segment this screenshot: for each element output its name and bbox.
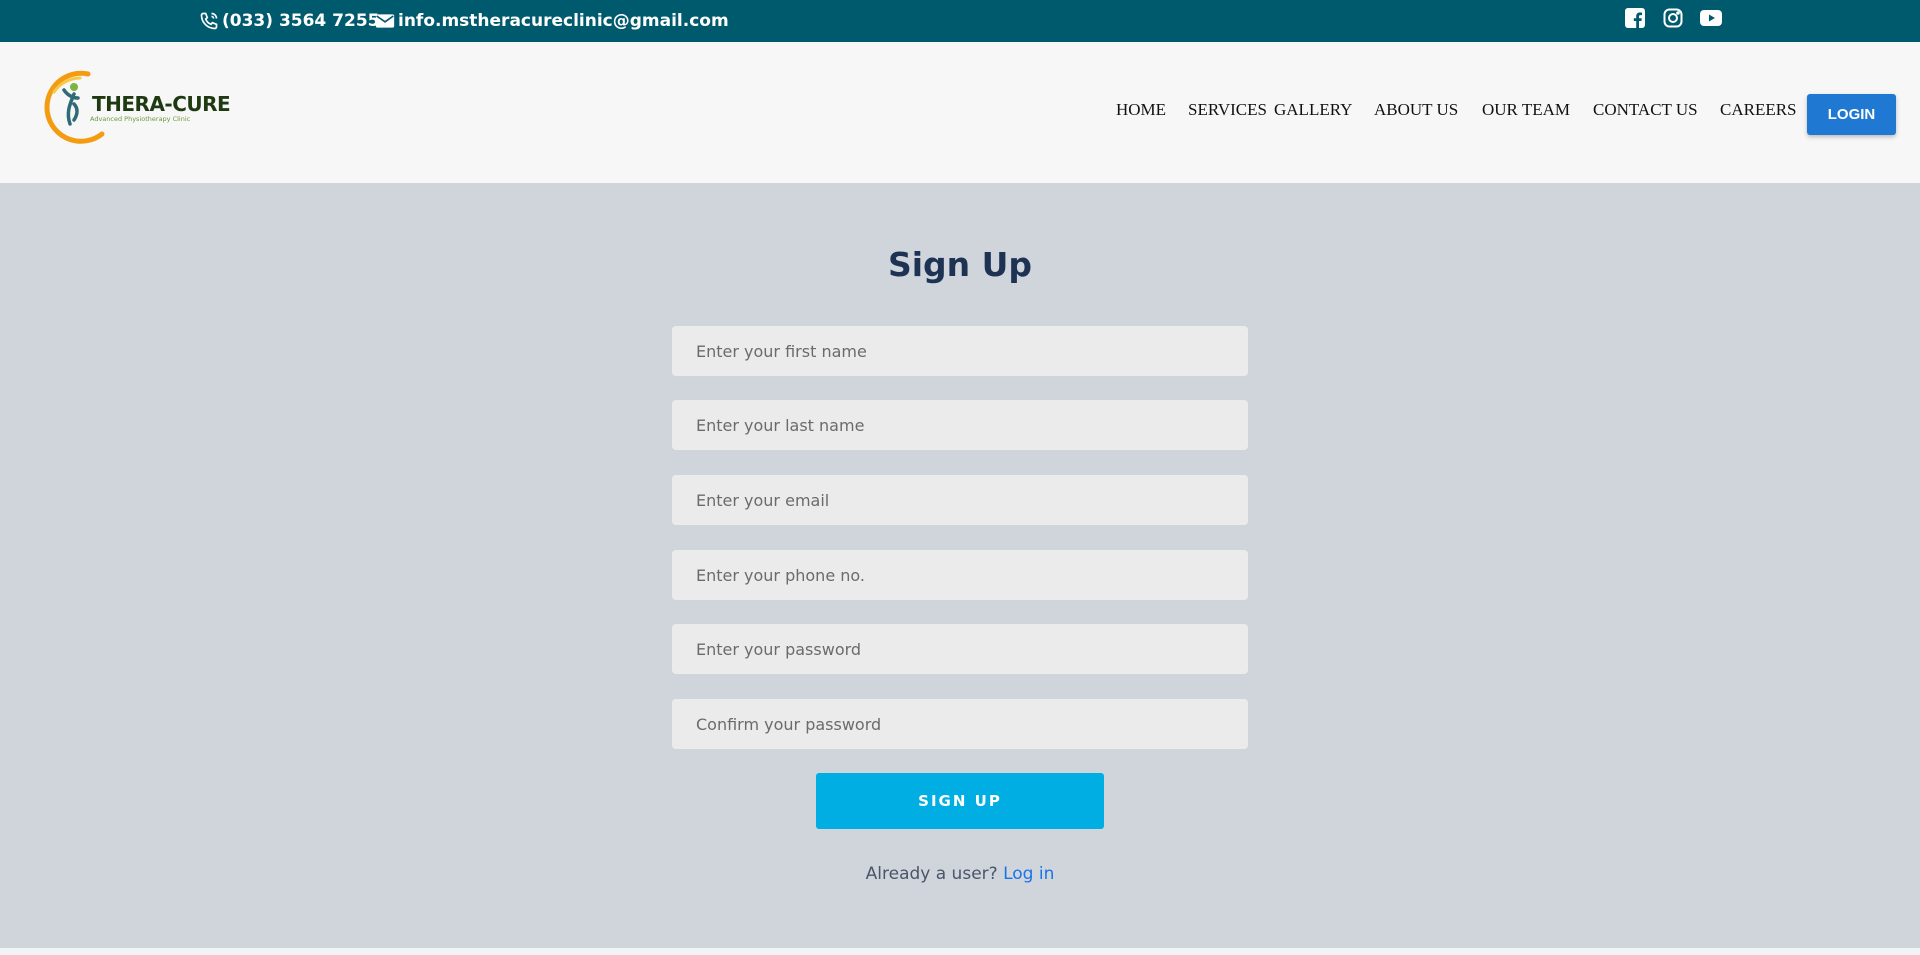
youtube-icon[interactable]	[1700, 7, 1722, 29]
nav-services[interactable]: SERVICES	[1188, 100, 1267, 120]
nav-about-us[interactable]: ABOUT US	[1374, 100, 1458, 120]
sign-up-button[interactable]: SIGN UP	[816, 773, 1104, 829]
signup-section: Sign Up SIGN UP Already a user? Log in	[0, 183, 1920, 948]
already-user-text: Already a user?	[865, 864, 998, 884]
email-input[interactable]	[672, 475, 1248, 525]
logo-subtitle: Advanced Physiotherapy Clinic	[90, 115, 191, 123]
nav-careers[interactable]: CAREERS	[1720, 100, 1797, 120]
mail-icon	[374, 10, 396, 32]
facebook-icon[interactable]	[1624, 7, 1646, 29]
nav-home[interactable]: HOME	[1116, 100, 1166, 120]
instagram-icon[interactable]	[1662, 7, 1684, 29]
top-contact-bar: (033) 3564 7255 info.mstheracureclinic@g…	[0, 0, 1920, 42]
nav-contact-us[interactable]: CONTACT US	[1593, 100, 1698, 120]
email-contact[interactable]: info.mstheracureclinic@gmail.com	[374, 0, 729, 42]
phone-icon	[198, 10, 220, 32]
logo[interactable]: THERA-CURE Advanced Physiotherapy Clinic	[40, 70, 231, 150]
first-name-input[interactable]	[672, 326, 1248, 376]
phone-number: (033) 3564 7255	[222, 11, 380, 31]
nav-our-team[interactable]: OUR TEAM	[1482, 100, 1570, 120]
logo-title: THERA-CURE	[92, 92, 231, 116]
phone-input[interactable]	[672, 550, 1248, 600]
email-address: info.mstheracureclinic@gmail.com	[398, 11, 729, 31]
phone-contact[interactable]: (033) 3564 7255	[198, 0, 380, 42]
nav-gallery[interactable]: GALLERY	[1274, 100, 1352, 120]
page-title: Sign Up	[887, 245, 1033, 284]
footer-strip	[0, 948, 1920, 955]
password-input[interactable]	[672, 624, 1248, 674]
confirm-password-input[interactable]	[672, 699, 1248, 749]
login-link[interactable]: Log in	[1003, 864, 1054, 884]
site-header: THERA-CURE Advanced Physiotherapy Clinic…	[0, 42, 1920, 183]
last-name-input[interactable]	[672, 400, 1248, 450]
login-button[interactable]: LOGIN	[1807, 94, 1896, 135]
already-user-line: Already a user? Log in	[0, 864, 1920, 884]
